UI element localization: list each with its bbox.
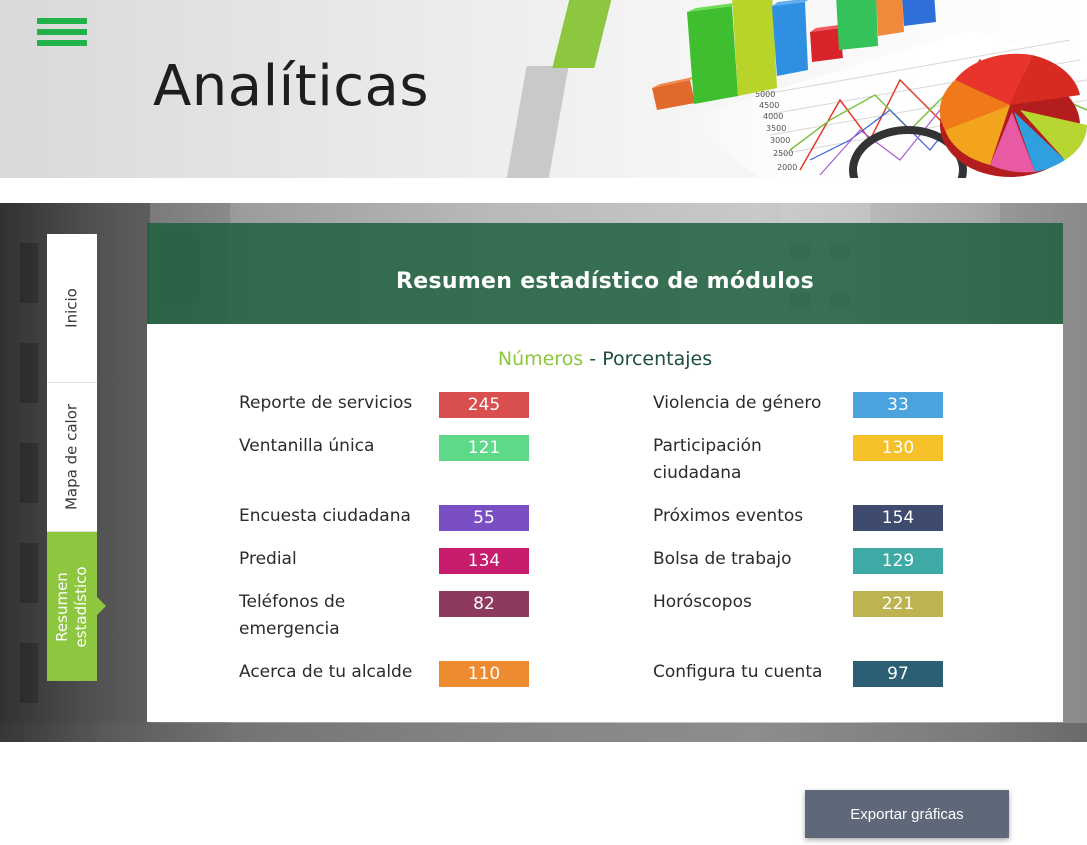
page-header: Analíticas 5000 4500 4000 3500 3000 2500 [0,0,1087,178]
stat-value-badge: 154 [853,505,943,531]
stat-label: Horóscopos [653,592,752,612]
stat-value-badge: 55 [439,505,529,531]
panel-body: Números - Porcentajes Reporte de servici… [147,324,1063,722]
stat-value-badge: 221 [853,591,943,617]
stat-label: Teléfonos de emergencia [239,592,346,639]
svg-text:2000: 2000 [777,163,797,172]
svg-text:3500: 3500 [766,124,786,133]
stat-label: Acerca de tu alcalde [239,662,413,682]
side-navigation: Inicio Mapa de calor Resumen estadístico [47,234,106,681]
header-divider [0,178,1087,203]
sidebar-item-label: Inicio [62,288,81,328]
export-charts-button[interactable]: Exportar gráficas [805,790,1009,838]
view-toggle: Números - Porcentajes [147,348,1063,370]
sidebar-item-inicio[interactable]: Inicio [47,234,97,383]
stat-value-badge: 97 [853,661,943,687]
analytics-illustration: 5000 4500 4000 3500 3000 2500 2000 [652,0,1087,178]
svg-text:3000: 3000 [770,136,790,145]
stat-value-badge: 129 [853,548,943,574]
toggle-numbers[interactable]: Números [498,348,583,370]
stat-value-badge: 82 [439,591,529,617]
stat-label: Bolsa de trabajo [653,549,792,569]
toggle-percentages[interactable]: Porcentajes [602,348,712,370]
stat-label: Próximos eventos [653,506,804,526]
decorative-stripe-gray [505,66,569,178]
stat-label: Ventanilla única [239,436,375,456]
stat-label: Reporte de servicios [239,393,413,413]
svg-text:4000: 4000 [763,112,783,121]
stat-label: Predial [239,549,297,569]
stat-label: Participación ciudadana [653,436,762,483]
svg-text:4500: 4500 [759,101,779,110]
sidebar-item-mapa-de-calor[interactable]: Mapa de calor [47,383,97,532]
panel-header: Resumen estadístico de módulos [147,223,1063,324]
hamburger-icon[interactable] [37,18,87,50]
stat-label: Encuesta ciudadana [239,506,411,526]
decorative-stripe-green [552,0,614,68]
sidebar-item-label: Resumen estadístico [53,565,90,648]
panel-title: Resumen estadístico de módulos [396,269,814,294]
toggle-separator: - [589,348,597,370]
stats-panel: Resumen estadístico de módulos Números -… [147,223,1063,722]
stat-value-badge: 130 [853,435,943,461]
stat-value-badge: 134 [439,548,529,574]
stat-value-badge: 33 [853,392,943,418]
page-title: Analíticas [153,54,430,119]
sidebar-item-label: Mapa de calor [62,403,81,511]
stat-value-badge: 110 [439,661,529,687]
stat-label: Violencia de género [653,393,822,413]
sidebar-item-resumen-estadistico[interactable]: Resumen estadístico [47,532,106,681]
stat-value-badge: 121 [439,435,529,461]
stat-label: Configura tu cuenta [653,662,823,682]
stat-value-badge: 245 [439,392,529,418]
